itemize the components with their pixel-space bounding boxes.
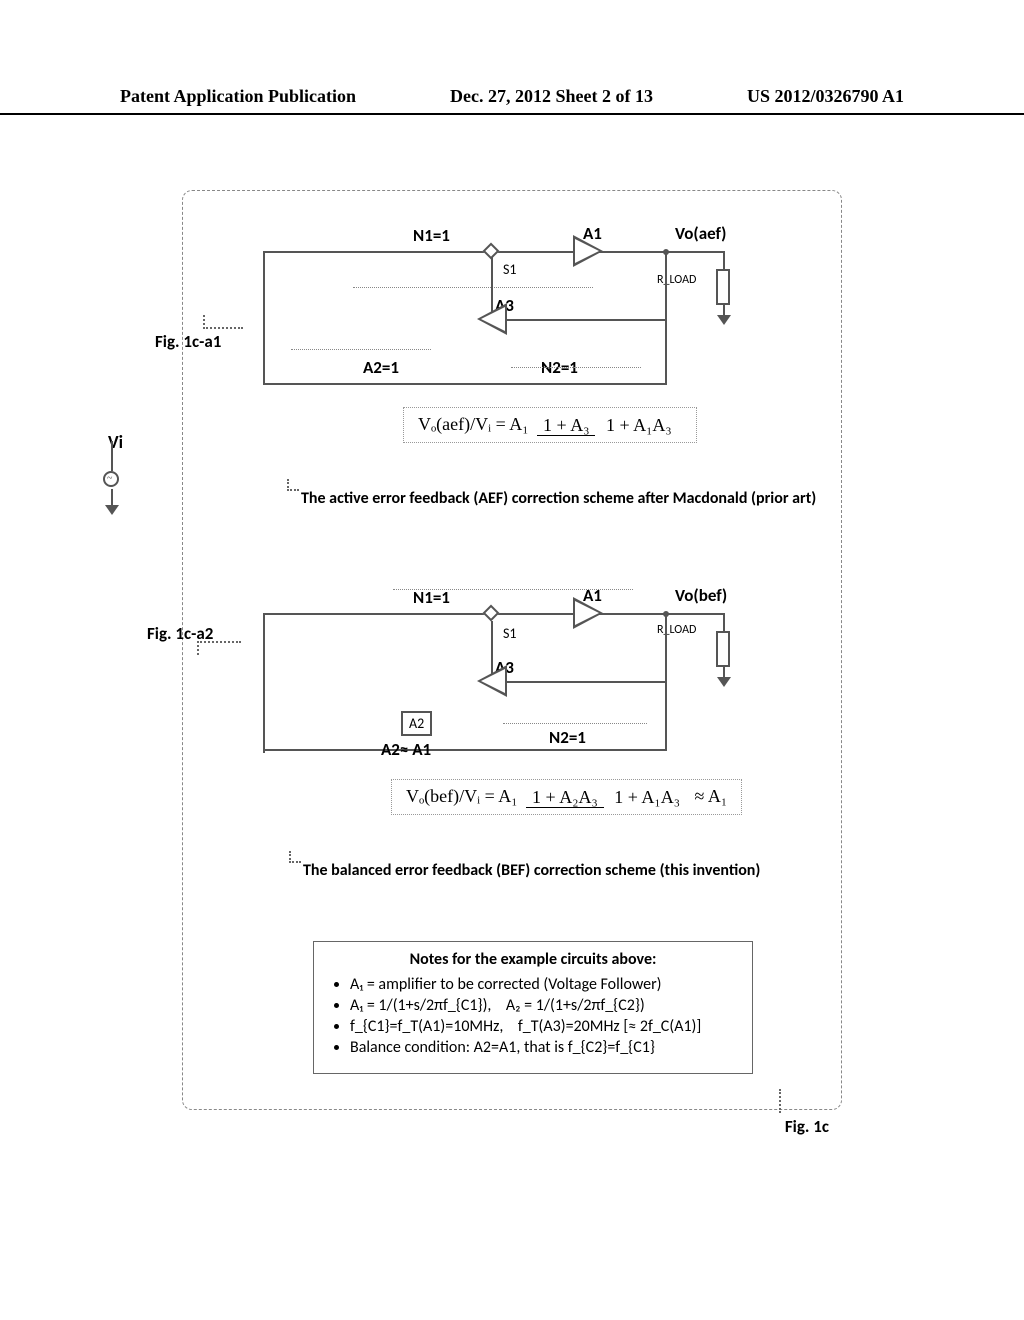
notes-box: Notes for the example circuits above: A₁… (313, 941, 753, 1074)
diagram-bef: Fig. 1c-a2 N1=1 S1 A1 Vo(bef) R_LOAD A3 … (263, 581, 821, 901)
a2-approx-label: A2≈ A1 (381, 739, 431, 760)
n1-label-a2: N1=1 (413, 587, 450, 608)
header-center: Dec. 27, 2012 Sheet 2 of 13 (450, 86, 653, 107)
eq-den: 1 + A₁A₃ (600, 415, 678, 435)
aef-equation: Vₒ(aef)/Vᵢ = A₁ 1 + A₃ 1 + A₁A₃ (403, 407, 697, 443)
eq-num: 1 + A₂A₃ (526, 787, 604, 808)
diagram-aef: Fig. 1c-a1 N1=1 S1 A1 Vo(aef) R_LOAD A3 (263, 211, 821, 511)
a2-label-a1: A2=1 (363, 357, 399, 378)
header-left: Patent Application Publication (120, 86, 356, 107)
ground-icon (717, 677, 731, 687)
note-item: A₁ = amplifier to be corrected (Voltage … (350, 975, 738, 994)
note-item: f_{C1}=f_T(A1)=10MHz, f_T(A3)=20MHz [≈ 2… (350, 1017, 738, 1036)
notes-list: A₁ = amplifier to be corrected (Voltage … (328, 975, 738, 1057)
page-header: Patent Application Publication Dec. 27, … (0, 86, 1024, 115)
eq-den: 1 + A₁A₃ (608, 787, 686, 807)
ground-icon (105, 505, 119, 515)
n1-label: N1=1 (413, 225, 450, 246)
n2-label-a2: N2=1 (549, 727, 586, 748)
summing-node-icon (483, 605, 500, 622)
fig-a1-label: Fig. 1c-a1 (155, 331, 221, 352)
rload-icon (716, 269, 730, 305)
note-item: A₁ = 1/(1+s/2πf_{C1}), A₂ = 1/(1+s/2πf_{… (350, 996, 738, 1015)
rload-icon (716, 631, 730, 667)
rload-label-a2: R_LOAD (657, 623, 696, 637)
header-right: US 2012/0326790 A1 (747, 86, 904, 107)
fig-main-leader (779, 1089, 781, 1113)
bef-caption: The balanced error feedback (BEF) correc… (303, 861, 760, 880)
s1-label: S1 (503, 261, 517, 278)
eq-lhs: Vₒ(aef)/Vᵢ = A₁ (418, 414, 529, 434)
figure-frame: Vi ~ Fig. 1c-a1 N1=1 S1 A1 Vo(aef) R_LOA… (182, 190, 842, 1110)
rload-label: R_LOAD (657, 273, 696, 287)
vo-bef-label: Vo(bef) (675, 585, 727, 606)
ground-icon (717, 315, 731, 325)
aef-caption: The active error feedback (AEF) correcti… (301, 489, 816, 508)
bef-equation: Vₒ(bef)/Vᵢ = A₁ 1 + A₂A₃ 1 + A₁A₃ ≈ A₁ (391, 779, 742, 815)
notes-title: Notes for the example circuits above: (328, 950, 738, 969)
s1-label-a2: S1 (503, 625, 517, 642)
eq-rhs: ≈ A₁ (694, 786, 727, 806)
a2-box: A2 (401, 711, 432, 736)
fig-main-label: Fig. 1c (785, 1116, 829, 1137)
eq-num: 1 + A₃ (537, 415, 595, 436)
vo-aef-label: Vo(aef) (675, 223, 726, 244)
note-item: Balance condition: A2=A1, that is f_{C2}… (350, 1038, 738, 1057)
eq-lhs: Vₒ(bef)/Vᵢ = A₁ (406, 786, 518, 806)
